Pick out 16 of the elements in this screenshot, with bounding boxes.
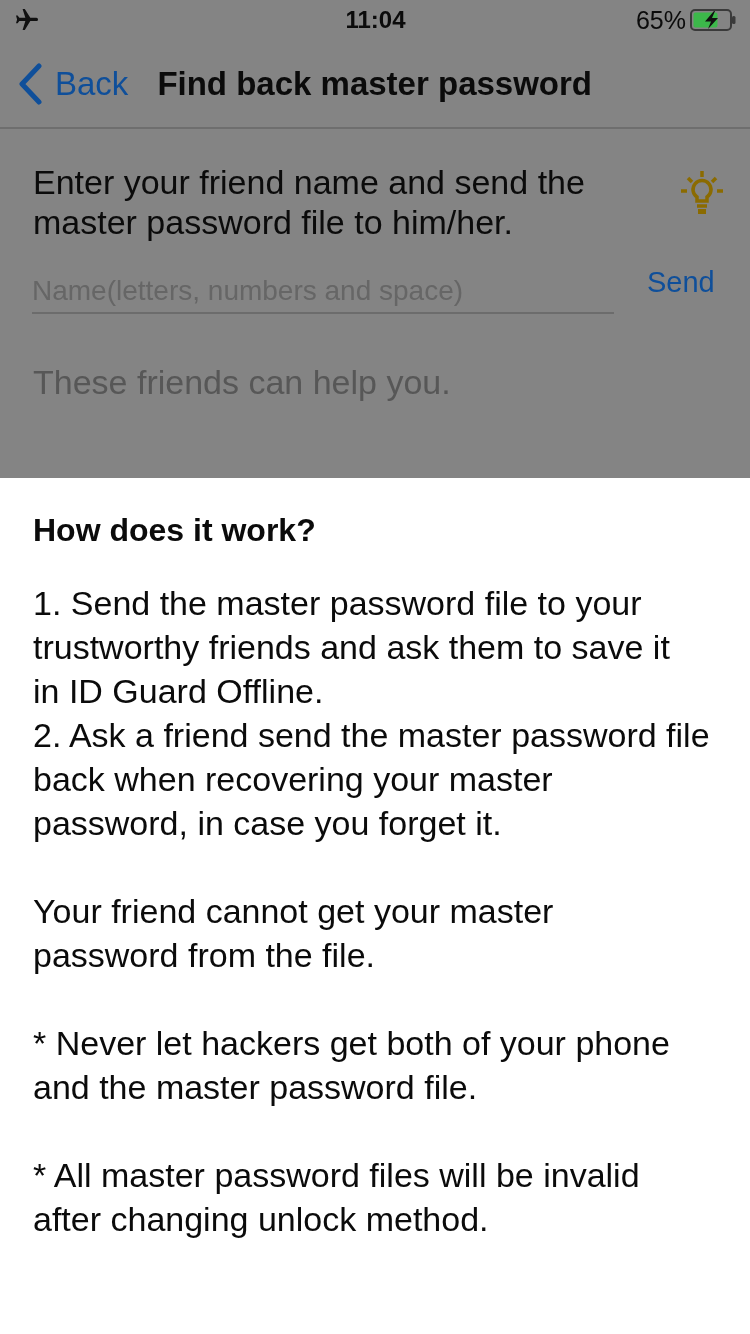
nav-title: Find back master password xyxy=(157,64,592,103)
chevron-left-icon xyxy=(17,62,43,105)
sheet-title: How does it work? xyxy=(33,511,317,550)
battery-charging-icon xyxy=(690,9,736,31)
airplane-icon xyxy=(15,9,39,31)
paragraph-text: Your friend cannot get your master password from the file. xyxy=(33,891,555,976)
paragraph-text: 2. Ask a friend send the master password file back when recovering your master password, in case you forget it. xyxy=(33,715,711,844)
paragraph-text: * All master password files will be invalid after changing unlock method. xyxy=(33,1155,641,1240)
send-button[interactable]: Send xyxy=(647,262,715,302)
status-time: 11:04 xyxy=(345,6,406,34)
lightbulb-icon[interactable] xyxy=(679,170,725,216)
instruction-text: Enter your friend name and send the master password file to him/her. xyxy=(33,162,586,242)
paragraph-text: 1. Send the master password file to your trustworthy friends and ask them to save it in ID Guard Offline. xyxy=(33,583,671,712)
back-button[interactable]: Back xyxy=(17,62,129,105)
paragraph-text: * Never let hackers get both of your phone and the master password file. xyxy=(33,1023,671,1108)
battery-percent: 65% xyxy=(635,5,686,35)
